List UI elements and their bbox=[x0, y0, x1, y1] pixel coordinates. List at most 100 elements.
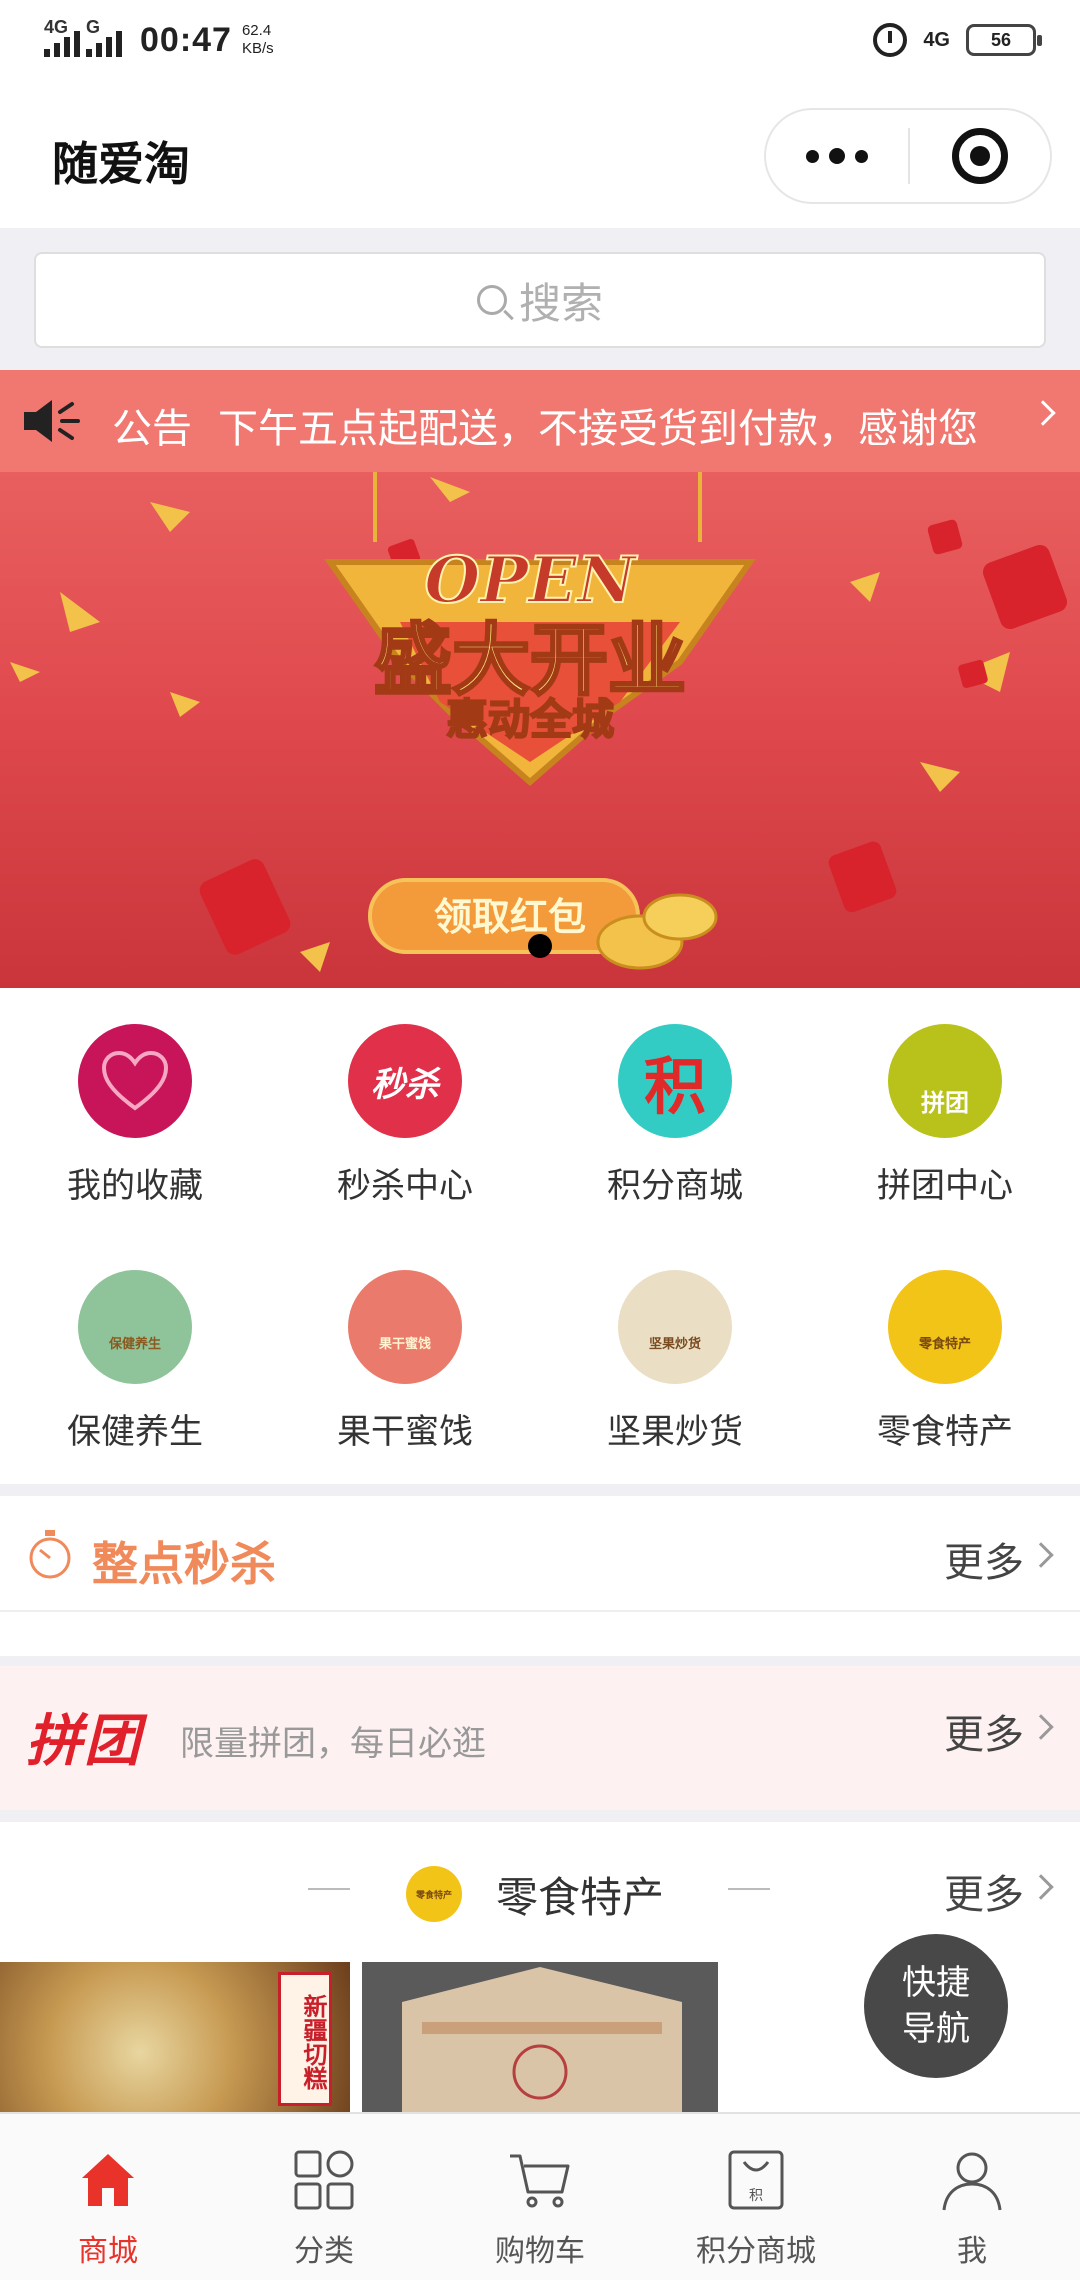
grid-item-favorites[interactable]: 我的收藏 bbox=[0, 988, 270, 1228]
group-buy-icon: 拼团 bbox=[888, 1024, 1002, 1138]
speaker-icon bbox=[24, 400, 80, 442]
health-icon: 保健养生 bbox=[78, 1270, 192, 1384]
battery-icon: 56 bbox=[966, 24, 1042, 56]
signal-icon: 4G bbox=[44, 17, 80, 57]
grid-item-label: 保健养生 bbox=[67, 1412, 203, 1452]
search-input[interactable]: 搜索 bbox=[34, 252, 1046, 348]
network-speed: 62.4 KB/s bbox=[242, 22, 274, 58]
cart-icon bbox=[510, 2154, 570, 2208]
grid-item-label: 秒杀中心 bbox=[337, 1166, 473, 1206]
divider bbox=[728, 1888, 770, 1890]
product-tag: 新疆切糕 bbox=[278, 1972, 332, 2106]
tab-label: 商城 bbox=[78, 2234, 138, 2269]
bottom-tab-bar: 商城 分类 购物车 积 积分商城 我 bbox=[0, 2112, 1080, 2280]
grid-item-label: 坚果炒货 bbox=[607, 1412, 743, 1452]
grid-item-label: 零食特产 bbox=[877, 1412, 1013, 1452]
dot-icon bbox=[806, 149, 819, 163]
group-buy-more-link[interactable]: 更多 bbox=[900, 1666, 1080, 1810]
product-card[interactable] bbox=[362, 1962, 718, 2112]
dot-icon bbox=[855, 149, 868, 163]
grid-item-points-mall[interactable]: 积 积分商城 bbox=[540, 988, 810, 1228]
nuts-icon: 坚果炒货 bbox=[618, 1270, 732, 1384]
grid-item-health[interactable]: 保健养生 保健养生 bbox=[0, 1234, 270, 1474]
tab-me[interactable]: 我 bbox=[864, 2114, 1080, 2280]
promo-banner[interactable]: OPEN 盛大开业 惠动全城 领取红包 bbox=[0, 472, 1080, 988]
carousel-indicator[interactable] bbox=[528, 934, 552, 958]
user-icon bbox=[942, 2152, 1002, 2211]
flash-sale-title: 整点秒杀 bbox=[92, 1537, 276, 1591]
alarm-icon bbox=[873, 23, 908, 57]
grid-item-snacks[interactable]: 零食特产 零食特产 bbox=[810, 1234, 1080, 1474]
group-buy-section[interactable]: 拼团 限量拼团，每日必逛 更多 bbox=[0, 1666, 1080, 1810]
quick-nav-button[interactable]: 快捷 导航 bbox=[864, 1934, 1008, 2078]
snacks-icon-text: 零食特产 bbox=[415, 1890, 452, 1901]
tab-cart[interactable]: 购物车 bbox=[432, 2114, 648, 2280]
more-link-label: 更多 bbox=[944, 1540, 1024, 1586]
snacks-icon: 零食特产 bbox=[406, 1866, 462, 1922]
banner-subtitle: 惠动全城 bbox=[446, 695, 614, 744]
chevron-right-icon bbox=[1028, 1874, 1054, 1900]
network-type-label: 4G bbox=[923, 28, 950, 51]
grid-item-group-buy[interactable]: 拼团 拼团中心 bbox=[810, 988, 1080, 1228]
close-mini-program-button[interactable] bbox=[910, 128, 1050, 184]
divider bbox=[0, 1656, 1080, 1666]
dried-fruit-icon: 果干蜜饯 bbox=[348, 1270, 462, 1384]
quick-nav-label: 快捷 bbox=[902, 1963, 970, 2003]
flash-sale-icon: 秒杀 bbox=[348, 1024, 462, 1138]
flash-sale-section: 整点秒杀 更多 bbox=[0, 1496, 1080, 1612]
grid-item-nuts[interactable]: 坚果炒货 坚果炒货 bbox=[540, 1234, 810, 1474]
chevron-right-icon bbox=[1028, 1542, 1054, 1568]
search-placeholder: 搜索 bbox=[518, 278, 603, 328]
status-bar: 4G G 00:47 62.4 KB/s 4G 56 bbox=[0, 0, 1080, 80]
category-grid: 我的收藏 秒杀 秒杀中心 积 积分商城 拼团 拼团中心 保健养生 保健养生 果干… bbox=[0, 988, 1080, 1484]
grid-item-flash-sale[interactable]: 秒杀 秒杀中心 bbox=[270, 988, 540, 1228]
tab-label: 积分商城 bbox=[696, 2234, 816, 2269]
announcement-bar[interactable]: 公告 下午五点起配送，不接受货到付款，感谢您 bbox=[0, 370, 1080, 472]
speed-value: 62.4 bbox=[241, 22, 272, 39]
grid-item-label: 我的收藏 bbox=[67, 1166, 203, 1206]
dot-icon bbox=[829, 148, 845, 164]
more-options-button[interactable] bbox=[766, 110, 908, 202]
claim-red-packet-button: 领取红包 bbox=[434, 895, 586, 939]
grid-item-dried-fruit[interactable]: 果干蜜饯 果干蜜饯 bbox=[270, 1234, 540, 1474]
points-bag-icon: 积 bbox=[728, 2150, 784, 2210]
group-buy-tagline: 限量拼团，每日必逛 bbox=[180, 1724, 486, 1764]
mini-program-capsule bbox=[764, 108, 1052, 204]
clock: 00:47 bbox=[140, 20, 232, 59]
divider bbox=[0, 1810, 1080, 1822]
grid-item-label: 拼团中心 bbox=[877, 1166, 1013, 1206]
tab-points-mall[interactable]: 积 积分商城 bbox=[648, 2114, 864, 2280]
speed-unit: KB/s bbox=[241, 40, 274, 57]
category-icon bbox=[294, 2150, 354, 2210]
stopwatch-icon bbox=[29, 1530, 71, 1579]
search-area: 搜索 bbox=[0, 228, 1080, 370]
target-icon bbox=[952, 128, 1008, 184]
banner-artwork: OPEN 盛大开业 惠动全城 领取红包 bbox=[10, 472, 1068, 972]
network-type-label: 4G bbox=[44, 17, 69, 37]
tab-label: 购物车 bbox=[495, 2234, 585, 2269]
flash-sale-more-link[interactable]: 更多 bbox=[900, 1496, 1080, 1612]
snacks-icon: 零食特产 bbox=[888, 1270, 1002, 1384]
tab-category[interactable]: 分类 bbox=[216, 2114, 432, 2280]
banner-title: 盛大开业 bbox=[374, 616, 686, 706]
more-link-label: 更多 bbox=[944, 1712, 1024, 1758]
chevron-right-icon bbox=[1028, 1714, 1054, 1740]
tab-label: 分类 bbox=[294, 2234, 354, 2269]
points-icon: 积 bbox=[618, 1024, 732, 1138]
signal-icon: G bbox=[86, 17, 122, 57]
network-type-label: G bbox=[86, 17, 101, 37]
announcement-label: 公告 bbox=[112, 406, 192, 452]
chevron-right-icon bbox=[1030, 400, 1056, 426]
snacks-title: 零食特产 bbox=[496, 1873, 665, 1922]
grid-item-label: 积分商城 bbox=[607, 1166, 743, 1206]
search-icon bbox=[476, 285, 507, 315]
group-buy-logo: 拼团 bbox=[26, 1709, 142, 1774]
divider bbox=[308, 1888, 350, 1890]
product-image bbox=[402, 1967, 682, 2112]
product-card[interactable]: 新疆切糕 bbox=[0, 1962, 350, 2112]
svg-text:积: 积 bbox=[749, 2188, 763, 2204]
banner-headline: OPEN bbox=[424, 543, 638, 618]
quick-nav-label: 导航 bbox=[902, 2009, 970, 2049]
tab-home[interactable]: 商城 bbox=[0, 2114, 216, 2280]
divider bbox=[0, 1484, 1080, 1496]
